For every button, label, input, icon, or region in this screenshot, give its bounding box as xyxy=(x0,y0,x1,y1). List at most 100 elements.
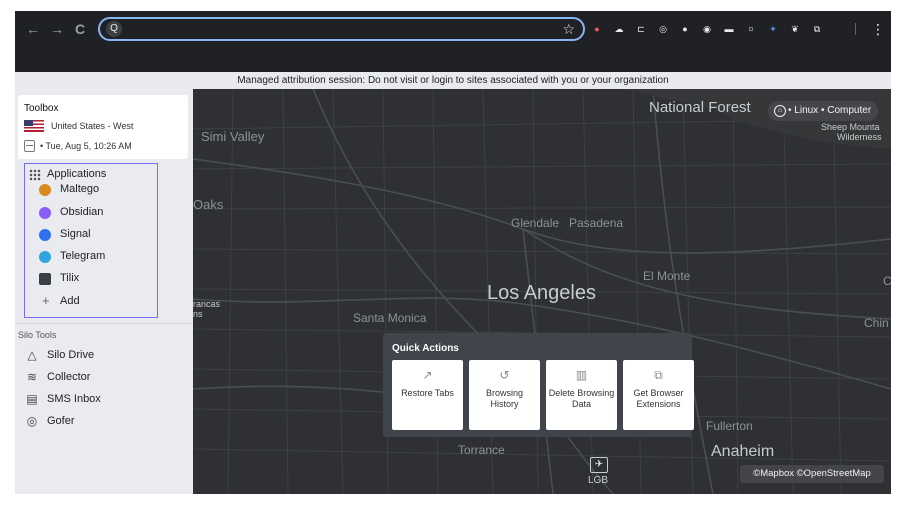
map-label-anaheim: Anaheim xyxy=(711,443,775,460)
map-label-glendale: Glendale xyxy=(511,216,560,230)
tilix-icon xyxy=(39,273,51,285)
restore-tabs-icon: ↗ xyxy=(422,368,433,382)
map-label-torrance: Torrance xyxy=(458,443,505,457)
map-attribution[interactable]: ©Mapbox ©OpenStreetMap xyxy=(740,465,884,483)
silo-drive-icon: △ xyxy=(27,348,37,362)
airport-label: LGB xyxy=(588,475,609,486)
map-label-fullerton: Fullerton xyxy=(706,419,753,433)
forward-button[interactable]: → xyxy=(49,20,65,38)
quick-actions-panel: Quick Actions ↗ Restore Tabs ↺ Browsing His… xyxy=(383,333,694,437)
get-browser-extensions-icon: ⧉ xyxy=(654,368,663,382)
silo-item-collector[interactable]: ≋ Collector xyxy=(25,367,185,387)
map-label-simi-valley: Simi Valley xyxy=(201,129,265,144)
reload-button[interactable]: C xyxy=(72,20,88,38)
collector-icon: ≋ xyxy=(26,370,38,384)
silo-item-silo-drive[interactable]: △ Silo Drive xyxy=(25,345,185,365)
browsing-history-icon: ↺ xyxy=(499,368,510,382)
applications-title: Applications xyxy=(47,168,107,180)
delete-browsing-data-button[interactable]: ▥ Delete Browsing Data xyxy=(546,360,617,430)
datetime-label: • Tue, Aug 5, 10:26 AM xyxy=(40,141,132,151)
feather-icon[interactable]: ❦ xyxy=(788,22,802,36)
map-label-wilderness: Wilderness xyxy=(837,132,882,142)
signal-icon xyxy=(39,229,51,241)
section-divider xyxy=(15,323,193,324)
get-browser-extensions-button[interactable]: ⧉ Get Browser Extensions xyxy=(623,360,694,430)
toolbar-divider xyxy=(855,23,856,35)
os-badge-label: • Linux • Computer xyxy=(788,105,872,116)
map-label-ns: ns xyxy=(193,309,203,319)
record-icon[interactable]: ◉ xyxy=(700,22,714,36)
delete-browsing-data-icon: ▥ xyxy=(575,368,588,382)
silo-item-label: Collector xyxy=(47,371,91,383)
calendar-icon xyxy=(24,140,35,152)
telegram-icon xyxy=(39,251,51,263)
toolbox-card: Toolbox United States - West • Tue, Aug … xyxy=(18,95,188,159)
obsidian-icon xyxy=(39,207,51,219)
browsing-history-button[interactable]: ↺ Browsing History xyxy=(469,360,540,430)
silo-tools-title: Silo Tools xyxy=(18,330,57,340)
map-label-el-monte: El Monte xyxy=(643,269,691,283)
sms-icon[interactable]: ▬ xyxy=(722,22,736,36)
puzzle-icon[interactable]: ⧉ xyxy=(810,22,824,36)
linux-icon: ⌂ xyxy=(774,105,786,117)
browser-toolbar: ← → C Q ☆ ● ☁ ⊏ ◎ ● ◉ ▬ ¤ ✦ ❦ ⧉ ⋮ xyxy=(15,11,891,72)
restore-tabs-button[interactable]: ↗ Restore Tabs xyxy=(392,360,463,430)
quick-action-label: Browsing History xyxy=(485,388,523,409)
us-flag-icon[interactable]: ● xyxy=(590,22,604,36)
app-label: Maltego xyxy=(60,183,100,195)
app-label: Telegram xyxy=(60,250,106,262)
map-label-los-angeles: Los Angeles xyxy=(487,282,596,304)
back-button[interactable]: ← xyxy=(25,20,41,38)
os-badge[interactable]: ⌂ • Linux • Computer xyxy=(768,101,878,121)
map-view[interactable]: National Forest Simi Valley Sheep Mounta… xyxy=(193,89,891,494)
app-label: Obsidian xyxy=(60,206,104,218)
map-label-chin: Chin xyxy=(864,316,889,330)
airport-icon: ✈ xyxy=(590,457,608,473)
silo-item-sms-inbox[interactable]: ▤ SMS Inbox xyxy=(25,389,185,409)
target-icon[interactable]: ◎ xyxy=(656,22,670,36)
region-label: United States - West xyxy=(51,121,134,131)
maltego-icon xyxy=(39,184,51,196)
quick-actions-title: Quick Actions xyxy=(392,343,459,354)
map-label-national-forest: National Forest xyxy=(649,99,751,116)
toolbar-row: ← → C Q ☆ ● ☁ ⊏ ◎ ● ◉ ▬ ¤ ✦ ❦ ⧉ ⋮ xyxy=(15,11,891,47)
cloud-icon[interactable]: ☁ xyxy=(612,22,626,36)
search-icon: Q xyxy=(106,21,122,37)
silo-item-label: SMS Inbox xyxy=(47,393,101,405)
shield-icon[interactable]: ● xyxy=(678,22,692,36)
quick-action-label: Get Browser Extensions xyxy=(633,388,684,409)
add-application-button[interactable]: + Add xyxy=(39,292,157,312)
quick-action-label: Restore Tabs xyxy=(401,388,454,398)
bug-icon[interactable]: ¤ xyxy=(744,22,758,36)
map-label-sheep-mountain: Sheep Mounta xyxy=(821,122,880,132)
applications-section: Applications Maltego Obsidian Signal Telegr… xyxy=(24,163,158,318)
bookmark-star-icon[interactable]: ☆ xyxy=(562,20,575,38)
map-label-pasadena: Pasadena xyxy=(569,216,624,230)
blue-ext-icon[interactable]: ✦ xyxy=(766,22,780,36)
browser-menu-icon[interactable]: ⋮ xyxy=(871,20,885,38)
map-label-francas: rancas xyxy=(193,299,221,309)
toolbox-title: Toolbox xyxy=(24,103,59,114)
app-item-tilix[interactable]: Tilix xyxy=(39,269,157,289)
us-flag-icon xyxy=(24,120,44,132)
map-label-oaks: Oaks xyxy=(193,197,224,212)
app-item-maltego[interactable]: Maltego xyxy=(39,180,157,200)
silo-item-gofer[interactable]: ◎ Gofer xyxy=(25,411,185,431)
sms-inbox-icon: ▤ xyxy=(26,392,38,406)
map-label-c: C xyxy=(883,274,891,288)
app-item-signal[interactable]: Signal xyxy=(39,225,157,245)
map-label-santa-monica: Santa Monica xyxy=(353,311,427,325)
app-label: Tilix xyxy=(60,272,80,284)
quick-action-label: Delete Browsing Data xyxy=(548,388,615,409)
app-item-telegram[interactable]: Telegram xyxy=(39,247,157,267)
address-bar[interactable]: Q ☆ xyxy=(98,17,585,41)
plus-icon: + xyxy=(42,293,50,308)
add-label: Add xyxy=(60,295,80,307)
top-strip xyxy=(0,0,906,11)
gofer-icon: ◎ xyxy=(26,414,38,428)
silo-item-label: Silo Drive xyxy=(47,349,95,361)
app-label: Signal xyxy=(60,228,91,240)
tab-icon[interactable]: ⊏ xyxy=(634,22,648,36)
silo-item-label: Gofer xyxy=(47,415,75,427)
app-item-obsidian[interactable]: Obsidian xyxy=(39,203,157,223)
